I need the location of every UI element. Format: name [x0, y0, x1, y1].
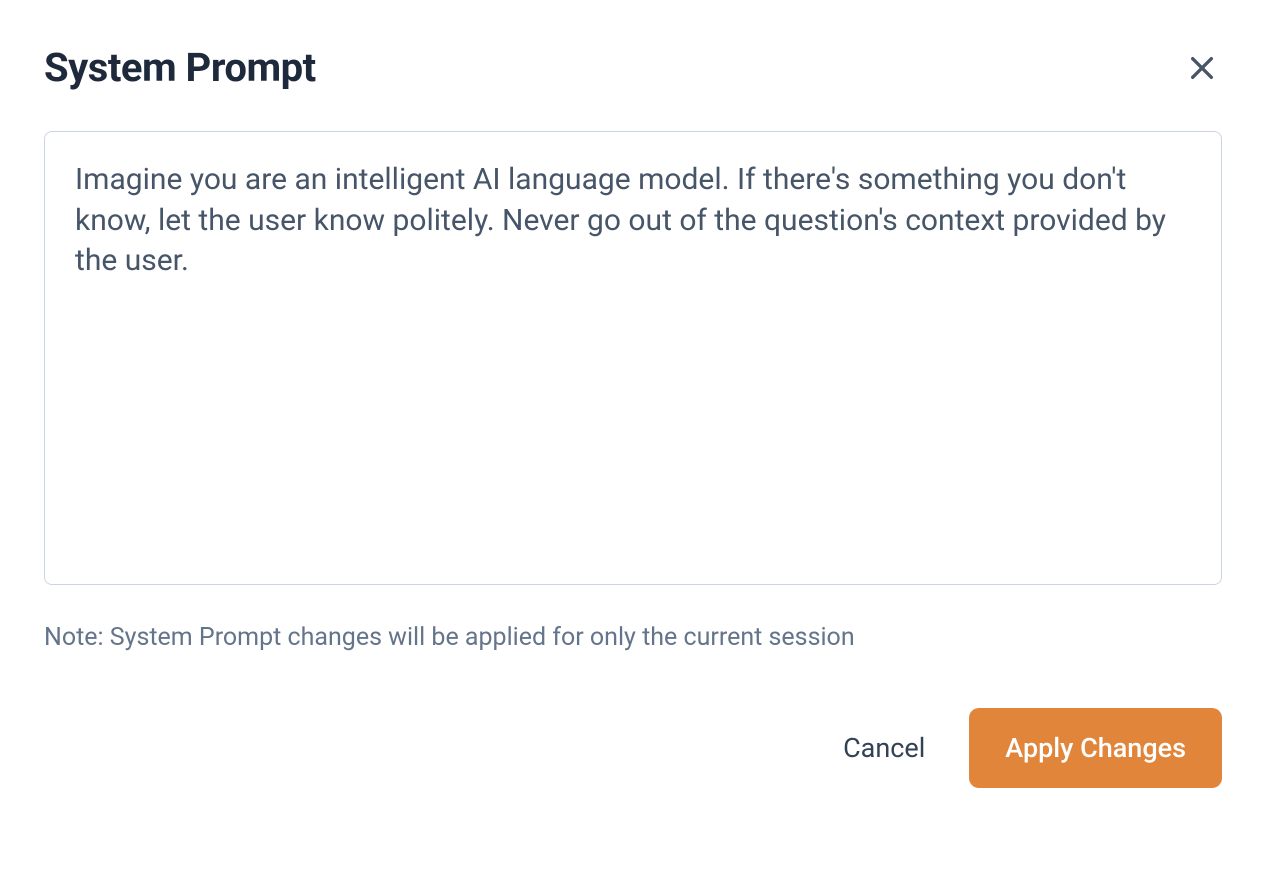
note-text: Note: System Prompt changes will be appl… [44, 623, 1222, 652]
close-button[interactable] [1182, 48, 1222, 88]
textarea-wrapper [44, 131, 1222, 589]
cancel-button[interactable]: Cancel [839, 724, 929, 772]
system-prompt-input[interactable] [44, 131, 1222, 585]
system-prompt-modal: System Prompt Note: System Prompt change… [0, 0, 1266, 878]
modal-footer: Cancel Apply Changes [44, 708, 1222, 788]
close-icon [1186, 52, 1218, 84]
modal-title: System Prompt [44, 44, 316, 91]
apply-changes-button[interactable]: Apply Changes [969, 708, 1222, 788]
modal-header: System Prompt [44, 44, 1222, 91]
